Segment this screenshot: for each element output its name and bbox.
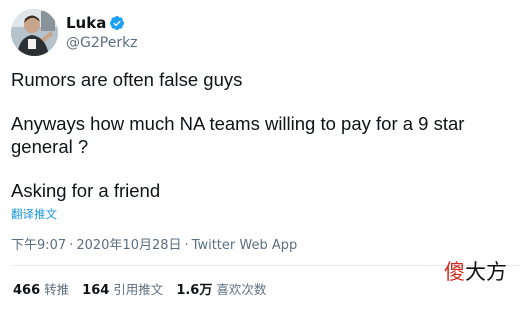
quotes-stat[interactable]: 164 引用推文: [82, 279, 163, 298]
tweet-card: Luka @G2Perkz Rumors are often false guy…: [0, 0, 532, 311]
tweet-paragraph: Anyways how much NA teams willing to pay…: [11, 113, 465, 157]
retweets-label: 转推: [44, 282, 70, 297]
quotes-count: 164: [82, 283, 110, 298]
avatar[interactable]: [11, 9, 58, 56]
user-identity: Luka @G2Perkz: [66, 9, 138, 50]
tweet-paragraph: Asking for a friend: [11, 180, 161, 201]
likes-stat[interactable]: 1.6万 喜欢次数: [176, 279, 266, 298]
verified-badge-icon: [109, 15, 125, 31]
source-app-link[interactable]: Twitter Web App: [192, 238, 298, 253]
display-name[interactable]: Luka: [66, 15, 106, 31]
tweet-paragraph: Rumors are often false guys: [11, 69, 243, 90]
retweets-count: 466: [13, 283, 41, 298]
avatar-image: [11, 9, 58, 56]
watermark-char: 大: [465, 260, 486, 284]
tweet-text: Rumors are often false guys Anyways how …: [11, 68, 516, 202]
separator: ·: [69, 238, 74, 253]
retweets-stat[interactable]: 466 转推: [13, 279, 69, 298]
tweet-metadata: 下午9:07 · 2020年10月28日 · Twitter Web App: [11, 234, 297, 253]
tweet-date[interactable]: 2020年10月28日: [76, 238, 181, 253]
watermark-char: 方: [486, 260, 507, 284]
likes-label: 喜欢次数: [216, 282, 267, 297]
tweet-time[interactable]: 下午9:07: [11, 238, 66, 253]
translate-tweet-link[interactable]: 翻译推文: [11, 206, 57, 222]
tweet-header: Luka @G2Perkz: [11, 9, 138, 56]
likes-count: 1.6万: [176, 283, 213, 298]
quotes-label: 引用推文: [113, 282, 164, 297]
engagement-stats: 466 转推 164 引用推文 1.6万 喜欢次数: [13, 279, 279, 298]
name-row: Luka: [66, 13, 138, 33]
watermark-char: 傻: [444, 260, 465, 284]
separator: ·: [184, 238, 189, 253]
user-handle[interactable]: @G2Perkz: [66, 36, 138, 50]
watermark: 傻大方: [444, 256, 507, 286]
